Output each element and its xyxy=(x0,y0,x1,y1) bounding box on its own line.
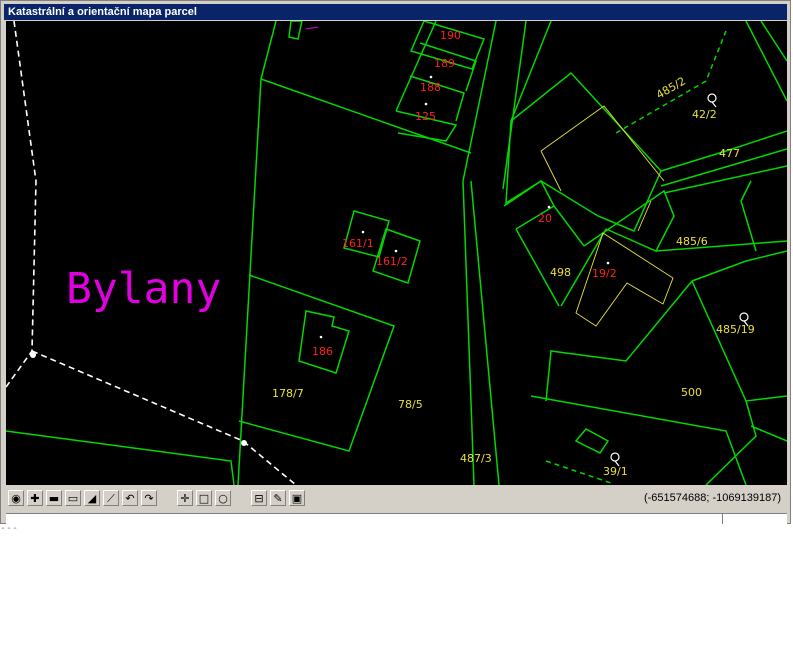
marker-42-2 xyxy=(707,93,717,108)
building-number: 19/2 xyxy=(592,267,617,280)
border-point xyxy=(30,352,36,358)
status-bar xyxy=(6,513,787,524)
coordinate-readout: (-651574688; -1069139187) xyxy=(643,492,781,504)
cadastral-border xyxy=(6,21,297,485)
town-label: Bylany xyxy=(66,264,221,314)
map-canvas[interactable]: Bylany 190 189 188 125 161/1 161/2 186 2… xyxy=(6,21,787,485)
parcel-number: 485/2 xyxy=(654,74,688,101)
building-number: 125 xyxy=(415,110,436,123)
parcel-number: 178/7 xyxy=(272,387,304,400)
window-title: Katastrální a orientační mapa parcel xyxy=(4,4,787,20)
border-point xyxy=(241,440,247,446)
select-polygon-icon[interactable]: ○ xyxy=(215,490,231,506)
parcel-number: 42/2 xyxy=(692,108,717,121)
building-number: 161/1 xyxy=(342,237,374,250)
parcel-number: 39/1 xyxy=(603,465,628,478)
building-number: 188 xyxy=(420,81,441,94)
building-number: 161/2 xyxy=(376,255,408,268)
building-number: 20 xyxy=(538,212,552,225)
cadastral-map[interactable]: Bylany 190 189 188 125 161/1 161/2 186 2… xyxy=(6,21,787,485)
parcel-number: 485/6 xyxy=(676,235,708,248)
ruler-icon[interactable]: ⊟ xyxy=(251,490,267,506)
page-footer-dashes: --- xyxy=(0,523,19,534)
overview-icon[interactable]: ◉ xyxy=(8,490,24,506)
map-toolbar: ◉ ✚ ▬ ▭ ◢ ⟋ ↶ ↷ ✛ □ ○ ⊟ ✎ ▣ (-651574688;… xyxy=(6,489,787,511)
zoom-in-icon[interactable]: ✚ xyxy=(27,490,43,506)
map-window: Katastrální a orientační mapa parcel Byl… xyxy=(0,0,791,524)
parcel-number: 487/3 xyxy=(460,452,492,465)
identify-point-icon[interactable]: ✛ xyxy=(177,490,193,506)
zoom-out-icon[interactable]: ▬ xyxy=(46,490,62,506)
status-divider xyxy=(722,514,723,524)
undo-icon[interactable]: ↶ xyxy=(122,490,138,506)
zoom-window-icon[interactable]: ▭ xyxy=(65,490,81,506)
pan-icon[interactable]: ◢ xyxy=(84,490,100,506)
parcel-number: 498 xyxy=(550,266,571,279)
building-number: 189 xyxy=(434,57,455,70)
building-number: 190 xyxy=(440,29,461,42)
parcel-number: 78/5 xyxy=(398,398,423,411)
direction-arrow xyxy=(305,26,319,30)
select-rectangle-icon[interactable]: □ xyxy=(196,490,212,506)
parcel-number: 500 xyxy=(681,386,702,399)
parcel-number: 485/19 xyxy=(716,323,755,336)
measure-line-icon[interactable]: ⟋ xyxy=(103,490,119,506)
building-number: 186 xyxy=(312,345,333,358)
print-icon[interactable]: ▣ xyxy=(289,490,305,506)
redo-icon[interactable]: ↷ xyxy=(141,490,157,506)
draw-icon[interactable]: ✎ xyxy=(270,490,286,506)
parcel-number: 477 xyxy=(719,147,740,160)
